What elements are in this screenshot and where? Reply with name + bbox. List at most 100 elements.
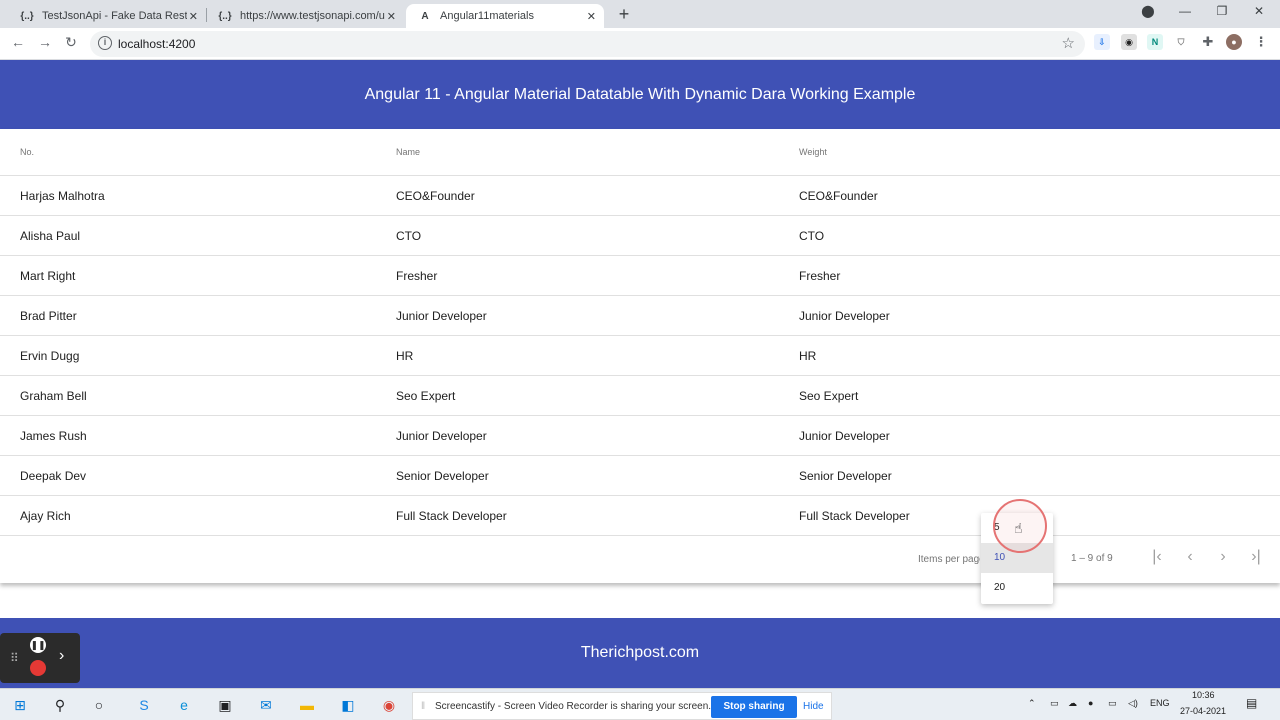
clock-time[interactable]: 10:36 <box>1192 690 1215 700</box>
forward-arrow-icon[interactable]: → <box>35 34 55 50</box>
cell-weight: CTO <box>799 229 825 243</box>
browser-tab-active[interactable]: A Angular11materials ✕ <box>406 4 604 28</box>
extension-icon[interactable]: N <box>1147 34 1163 50</box>
screen-share-bar: ‖ Screencastify - Screen Video Recorder … <box>412 692 832 720</box>
cell-name: Fresher <box>396 269 438 283</box>
pause-icon[interactable]: ❚❚ <box>30 637 46 653</box>
table-row: Ajay Rich Full Stack Developer Full Stac… <box>0 496 1280 536</box>
close-window-icon[interactable]: ✕ <box>1245 4 1273 18</box>
maximize-icon[interactable]: ❐ <box>1208 4 1236 18</box>
cell-name: Junior Developer <box>396 429 487 443</box>
search-icon[interactable]: ⚲ <box>50 695 70 715</box>
mail-icon[interactable]: ✉ <box>256 695 276 715</box>
column-header-name: Name <box>396 147 421 157</box>
items-per-page-label: Items per page <box>918 554 980 565</box>
table-row: Alisha Paul CTO CTO <box>0 216 1280 256</box>
cell-no: Deepak Dev <box>20 469 87 483</box>
table-row: James Rush Junior Developer Junior Devel… <box>0 416 1280 456</box>
next-page-icon[interactable]: › <box>1212 548 1234 566</box>
column-header-no: No. <box>20 147 35 157</box>
screen-share-message: Screencastify - Screen Video Recorder is… <box>435 701 712 712</box>
close-tab-icon[interactable]: ✕ <box>387 10 396 23</box>
cell-name: Junior Developer <box>396 309 487 323</box>
reload-icon[interactable]: ↻ <box>61 34 81 51</box>
language-indicator[interactable]: ENG <box>1150 698 1170 708</box>
recorder-widget: ⠿ ❚❚ › <box>0 633 80 683</box>
table-row: Mart Right Fresher Fresher <box>0 256 1280 296</box>
hide-button[interactable]: Hide <box>803 701 824 712</box>
store-icon[interactable]: ▣ <box>215 695 235 715</box>
drag-handle-icon[interactable]: ⠿ <box>10 651 19 665</box>
cell-name: Full Stack Developer <box>396 509 507 523</box>
paginator: Items per page 1 – 9 of 9 |‹ ‹ › ›| <box>0 536 1280 583</box>
close-tab-icon[interactable]: ✕ <box>587 10 596 23</box>
cell-name: Senior Developer <box>396 469 489 483</box>
cell-no: Ajay Rich <box>20 509 71 523</box>
table-row: Harjas Malhotra CEO&Founder CEO&Founder <box>0 176 1280 216</box>
windows-start-icon[interactable]: ⊞ <box>10 695 30 715</box>
onedrive-icon[interactable]: ☁ <box>1068 698 1077 709</box>
hand-cursor-icon: ☝ <box>1014 520 1023 536</box>
cell-no: Harjas Malhotra <box>20 189 105 203</box>
edge-icon[interactable]: e <box>174 695 194 715</box>
skype-icon[interactable]: S <box>134 695 154 715</box>
new-tab-plus-icon[interactable]: + <box>615 4 633 24</box>
cell-weight: Seo Expert <box>799 389 859 403</box>
browser-toolbar: ← → ↻ i localhost:4200 ☆ <box>0 28 1280 60</box>
puzzle-extensions-icon[interactable]: ✚ <box>1200 34 1216 50</box>
tray-chevron-icon[interactable]: ⌃ <box>1028 698 1036 709</box>
first-page-icon[interactable]: |‹ <box>1146 548 1168 566</box>
last-page-icon[interactable]: ›| <box>1245 548 1267 566</box>
page-header: Angular 11 - Angular Material Datatable … <box>0 60 1280 129</box>
back-arrow-icon[interactable]: ← <box>8 34 28 50</box>
profile-dropdown-icon[interactable]: ⬤ <box>1134 4 1162 18</box>
drag-handle-icon[interactable]: ‖ <box>421 701 425 712</box>
page-size-option[interactable]: 20 <box>981 573 1053 603</box>
browser-tab-2[interactable]: {..} https://www.testjsonapi.com/use ✕ <box>206 4 404 28</box>
more-menu-icon[interactable]: ⋮ <box>1253 34 1269 50</box>
footer-text: Therichpost.com <box>580 644 700 661</box>
avatar[interactable]: ● <box>1226 34 1242 50</box>
extension-icon[interactable]: ⇩ <box>1094 34 1110 50</box>
browser-tab-strip: {..} TestJsonApi - Fake Data Rest API ✕ … <box>0 0 1280 28</box>
page-title: Angular 11 - Angular Material Datatable … <box>364 85 916 103</box>
minimize-icon[interactable]: — <box>1171 4 1199 18</box>
shield-extension-icon[interactable]: ⛉ <box>1173 34 1189 50</box>
cell-weight: Junior Developer <box>799 429 890 443</box>
tab-title: Angular11materials <box>440 10 534 22</box>
previous-page-icon[interactable]: ‹ <box>1179 548 1201 566</box>
site-info-icon[interactable]: i <box>98 36 112 50</box>
chrome-icon[interactable]: ◉ <box>379 695 399 715</box>
close-tab-icon[interactable]: ✕ <box>189 10 198 23</box>
json-favicon-icon: {..} <box>218 10 232 22</box>
expand-chevron-icon[interactable]: › <box>59 647 64 665</box>
folder-icon[interactable]: ▬ <box>297 695 317 715</box>
cell-weight: Senior Developer <box>799 469 892 483</box>
table-row: Graham Bell Seo Expert Seo Expert <box>0 376 1280 416</box>
table-row: Deepak Dev Senior Developer Senior Devel… <box>0 456 1280 496</box>
stop-record-icon[interactable] <box>30 660 46 676</box>
microphone-icon[interactable]: ● <box>1088 698 1093 708</box>
clock-date[interactable]: 27-04-2021 <box>1180 706 1226 716</box>
battery-icon[interactable]: ▭ <box>1108 698 1117 709</box>
cell-no: Mart Right <box>20 269 76 283</box>
meet-now-icon[interactable]: ▭ <box>1050 698 1059 709</box>
notifications-icon[interactable]: ▤ <box>1246 696 1257 710</box>
tab-title: TestJsonApi - Fake Data Rest API <box>42 10 187 22</box>
vscode-icon[interactable]: ◧ <box>338 695 358 715</box>
cell-no: James Rush <box>20 429 87 443</box>
cell-weight: HR <box>799 349 817 363</box>
bookmark-star-icon[interactable]: ☆ <box>1062 34 1075 52</box>
cell-no: Graham Bell <box>20 389 87 403</box>
cortana-icon[interactable]: ○ <box>89 695 109 715</box>
url-text: localhost:4200 <box>118 37 196 51</box>
cell-weight: CEO&Founder <box>799 189 878 203</box>
stop-sharing-button[interactable]: Stop sharing <box>711 696 797 718</box>
cell-name: Seo Expert <box>396 389 456 403</box>
volume-icon[interactable]: ◁) <box>1128 698 1138 709</box>
address-bar[interactable]: i localhost:4200 ☆ <box>90 31 1085 57</box>
table-row: Ervin Dugg HR HR <box>0 336 1280 376</box>
cell-name: CEO&Founder <box>396 189 475 203</box>
extension-icon[interactable]: ◉ <box>1121 34 1137 50</box>
browser-tab-1[interactable]: {..} TestJsonApi - Fake Data Rest API ✕ <box>8 4 206 28</box>
